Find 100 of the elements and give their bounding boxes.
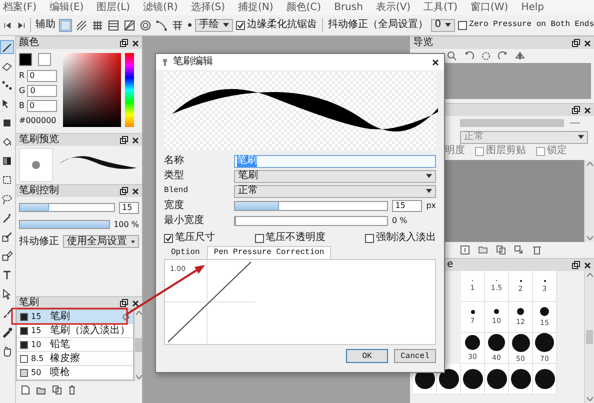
close-icon[interactable]: [132, 40, 139, 46]
tab[interactable]: Option: [164, 246, 207, 259]
checkbox[interactable]: [164, 234, 173, 242]
tool-button[interactable]: [0, 135, 14, 149]
rotate-right-icon[interactable]: [498, 51, 508, 61]
tool-button[interactable]: [0, 211, 14, 225]
menu-item[interactable]: 编辑(E): [50, 2, 84, 14]
type-dropdown[interactable]: 笔刷: [234, 170, 436, 182]
scroll-down-icon[interactable]: [586, 397, 592, 401]
blend-dropdown[interactable]: 正常: [234, 184, 436, 198]
scroll-up-icon[interactable]: [586, 162, 592, 166]
tool-button[interactable]: [0, 154, 14, 168]
scroll-down-icon[interactable]: [586, 236, 592, 240]
restore-icon[interactable]: [120, 136, 128, 144]
slider[interactable]: [234, 201, 388, 211]
tool-button[interactable]: [0, 173, 14, 187]
restore-icon[interactable]: [572, 106, 580, 114]
slider[interactable]: [234, 216, 388, 226]
snap-button[interactable]: [74, 18, 88, 32]
flip-icon[interactable]: [515, 51, 525, 61]
slider[interactable]: [19, 203, 115, 212]
gear-icon[interactable]: [122, 312, 130, 320]
preset-row[interactable]: 15 笔刷: [17, 310, 133, 324]
close-icon[interactable]: [584, 40, 591, 46]
new-layer-icon[interactable]: [460, 245, 470, 255]
scroll-up-icon[interactable]: [586, 273, 592, 277]
snap-button[interactable]: [90, 18, 104, 32]
dot-icon[interactable]: [186, 21, 192, 29]
tool-button[interactable]: [0, 192, 14, 206]
close-icon[interactable]: [584, 106, 591, 114]
copy-icon[interactable]: [496, 245, 506, 255]
menu-item[interactable]: 表示(V): [376, 2, 411, 14]
size-option[interactable]: [437, 364, 461, 395]
scroll-thumb[interactable]: [586, 330, 593, 344]
close-icon[interactable]: [132, 300, 139, 306]
scrollbar[interactable]: [134, 309, 142, 381]
checkbox[interactable]: [475, 146, 484, 156]
redo-icon[interactable]: [18, 20, 25, 30]
restore-icon[interactable]: [120, 39, 128, 47]
menu-item[interactable]: Brush: [334, 2, 363, 14]
scrollbar[interactable]: [584, 271, 594, 403]
scrollbar[interactable]: [584, 160, 594, 242]
preset-row[interactable]: 15 笔刷（淡入淡出）: [17, 324, 133, 338]
close-icon[interactable]: [132, 136, 139, 144]
checkbox[interactable]: [236, 20, 246, 30]
checkbox[interactable]: [254, 234, 264, 242]
close-icon[interactable]: [432, 58, 439, 66]
restore-icon[interactable]: [572, 39, 580, 47]
snap-button[interactable]: [138, 18, 152, 32]
foreground-swatch[interactable]: [19, 53, 32, 66]
close-icon[interactable]: [132, 188, 139, 194]
undo-icon[interactable]: [4, 20, 11, 30]
menu-item[interactable]: Help: [521, 2, 544, 14]
preset-row[interactable]: 50 喷枪: [17, 366, 133, 380]
input-field[interactable]: 15: [392, 200, 422, 212]
close-icon[interactable]: [584, 262, 591, 268]
menu-item[interactable]: 图层(L): [96, 2, 130, 14]
dialog-button[interactable]: OK: [346, 349, 388, 363]
checkbox[interactable]: [536, 146, 545, 156]
menu-item[interactable]: 窗口(W): [470, 2, 508, 14]
menu-item[interactable]: 档案(F): [3, 2, 37, 14]
snap-button[interactable]: [58, 18, 72, 32]
input-field[interactable]: 0: [26, 70, 57, 82]
input-field[interactable]: 0: [26, 100, 56, 112]
stroke-mode-dropdown[interactable]: 手绘: [195, 18, 234, 32]
menu-item[interactable]: 工具(T): [424, 2, 458, 14]
scroll-thumb[interactable]: [135, 338, 142, 352]
new-page-icon[interactable]: [21, 385, 30, 395]
size-option[interactable]: [461, 364, 485, 395]
restore-icon[interactable]: [572, 261, 580, 269]
menu-item[interactable]: 选择(S): [190, 2, 225, 14]
input-field[interactable]: 0: [27, 85, 58, 97]
trash-icon[interactable]: [68, 385, 76, 395]
trash-icon[interactable]: [532, 245, 542, 255]
tool-button[interactable]: [0, 78, 14, 92]
tool-button[interactable]: [0, 325, 14, 339]
rotate-left-icon[interactable]: [464, 51, 474, 61]
folder-icon[interactable]: [36, 386, 46, 394]
color-field[interactable]: [63, 53, 121, 127]
scroll-down-icon[interactable]: [136, 375, 142, 379]
tool-button[interactable]: [0, 249, 14, 263]
dialog-button[interactable]: Cancel: [394, 349, 436, 363]
size-option[interactable]: [533, 364, 557, 395]
menu-item[interactable]: 捕捉(N): [238, 2, 274, 14]
scroll-up-icon[interactable]: [136, 311, 142, 315]
stabilizer-dropdown[interactable]: 使用全局设置: [63, 235, 139, 248]
checkbox[interactable]: [458, 20, 468, 30]
folder-icon[interactable]: [478, 245, 488, 255]
reset-icon[interactable]: [481, 51, 491, 61]
background-swatch[interactable]: [38, 53, 51, 66]
size-option[interactable]: [509, 364, 533, 395]
copy-icon[interactable]: [52, 385, 62, 395]
menu-item[interactable]: 滤镜(R): [143, 2, 178, 14]
restore-icon[interactable]: [120, 299, 128, 307]
preset-row[interactable]: 8.5 橡皮擦: [17, 352, 133, 366]
restore-icon[interactable]: [120, 187, 128, 195]
search-icon[interactable]: [447, 51, 457, 61]
tool-button[interactable]: [0, 230, 14, 244]
snap-button[interactable]: [122, 18, 136, 32]
snap-button[interactable]: [154, 18, 168, 32]
